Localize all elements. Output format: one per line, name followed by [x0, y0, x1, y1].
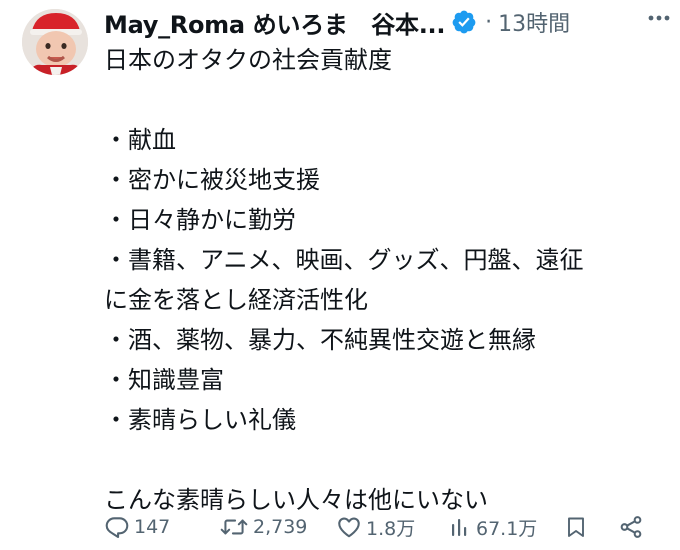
verified-badge-icon	[452, 10, 476, 34]
reply-button[interactable]: 147	[104, 510, 170, 544]
more-options-icon[interactable]	[642, 4, 676, 32]
tweet-header: May_Roma めいろま 谷本... · 13時間	[104, 4, 664, 40]
reply-count: 147	[134, 516, 171, 538]
header-separator: ·	[485, 9, 493, 35]
bookmark-icon	[568, 517, 584, 537]
reply-icon	[105, 517, 129, 538]
bookmark-button[interactable]	[564, 510, 588, 544]
share-button[interactable]	[618, 510, 644, 544]
like-count: 1.8万	[366, 517, 416, 540]
tweet: May_Roma めいろま 谷本... · 13時間 日本のオタクの社会貢献度 …	[0, 0, 680, 550]
baby-avatar-image	[22, 9, 88, 75]
tweet-actions: 147 2,739 1.8万 67.1万	[104, 510, 664, 544]
avatar[interactable]	[22, 9, 88, 75]
like-button[interactable]: 1.8万	[336, 510, 415, 544]
author-display-name[interactable]: May_Roma めいろま 谷本...	[104, 5, 445, 40]
like-icon	[338, 517, 360, 538]
views-icon	[452, 519, 467, 536]
views-count: 67.1万	[476, 517, 538, 540]
share-icon	[620, 516, 642, 538]
tweet-time[interactable]: 13時間	[498, 6, 570, 38]
retweet-button[interactable]: 2,739	[219, 510, 307, 544]
tweet-text: 日本のオタクの社会貢献度 ・献血 ・密かに被災地支援 ・日々静かに勤労 ・書籍、…	[104, 46, 584, 514]
retweet-icon	[220, 519, 248, 535]
retweet-count: 2,739	[253, 516, 308, 538]
views-button[interactable]: 67.1万	[448, 510, 537, 544]
